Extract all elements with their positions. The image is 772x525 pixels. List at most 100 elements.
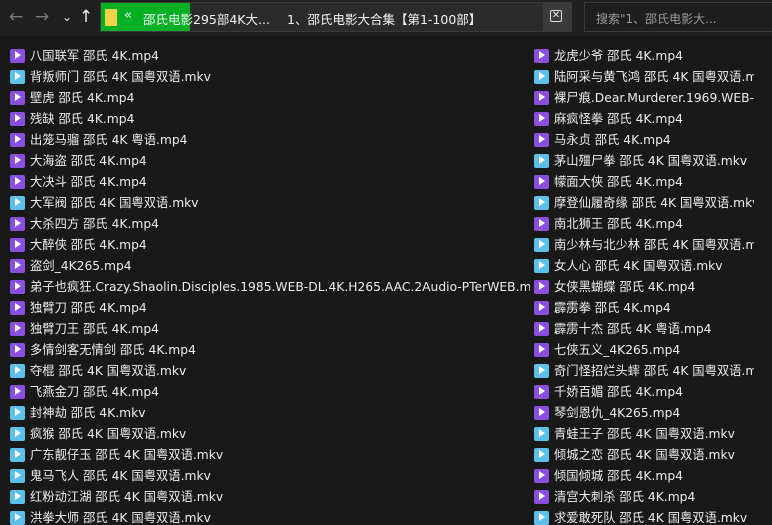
file-item[interactable]: 千娇百媚 邵氏 4K.mp4	[534, 382, 754, 403]
video-file-icon	[10, 238, 25, 252]
file-name: 幪面大侠 邵氏 4K.mp4	[554, 175, 684, 189]
file-item[interactable]: 龙虎少爷 邵氏 4K.mp4	[534, 46, 754, 67]
file-name: 大海盗 邵氏 4K.mp4	[30, 154, 147, 168]
file-item[interactable]: 摩登仙履奇缘 邵氏 4K 国粤双语.mkv	[534, 193, 754, 214]
file-item[interactable]: 麻疯怪拳 邵氏 4K.mp4	[534, 109, 754, 130]
search-box[interactable]: 搜索"1、邵氏电影大...	[584, 2, 772, 32]
video-file-icon	[10, 91, 25, 105]
file-item[interactable]: 大军阀 邵氏 4K 国粤双语.mkv	[10, 193, 530, 214]
video-file-icon	[10, 196, 25, 210]
file-item[interactable]: 盗剑_4K265.mp4	[10, 256, 530, 277]
file-name: 求爱敢死队 邵氏 4K 国粤双语.mkv	[554, 511, 748, 525]
address-bar[interactable]: « 邵氏电影295部4K大... 1、邵氏电影大合集【第1-100部】 ✕	[100, 2, 572, 32]
file-item[interactable]: 独臂刀王 邵氏 4K.mp4	[10, 319, 530, 340]
file-item[interactable]: 七侠五义_4K265.mp4	[534, 340, 754, 361]
file-name: 八国联军 邵氏 4K.mp4	[30, 49, 160, 63]
file-item[interactable]: 霹雳拳 邵氏 4K.mp4	[534, 298, 754, 319]
video-file-icon	[534, 280, 549, 294]
file-item[interactable]: 出笼马骝 邵氏 4K 粤语.mp4	[10, 130, 530, 151]
file-item[interactable]: 奇门怪招烂头蟀 邵氏 4K 国粤双语.mkv	[534, 361, 754, 382]
file-item[interactable]: 封神劫 邵氏 4K.mkv	[10, 403, 530, 424]
video-file-icon	[10, 112, 25, 126]
video-file-icon	[534, 91, 549, 105]
video-file-icon	[10, 448, 25, 462]
file-item[interactable]: 八国联军 邵氏 4K.mp4	[10, 46, 530, 67]
file-item[interactable]: 多情剑客无情剑 邵氏 4K.mp4	[10, 340, 530, 361]
video-file-icon	[534, 301, 549, 315]
file-item[interactable]: 裸尸痕.Dear.Murderer.1969.WEB-DL	[534, 88, 754, 109]
back-button[interactable]: ←	[4, 4, 28, 30]
video-file-icon	[534, 385, 549, 399]
file-item[interactable]: 疯猴 邵氏 4K 国粤双语.mkv	[10, 424, 530, 445]
video-file-icon	[534, 175, 549, 189]
file-item[interactable]: 红粉动江湖 邵氏 4K 国粤双语.mkv	[10, 487, 530, 508]
file-name: 背叛师门 邵氏 4K 国粤双语.mkv	[30, 70, 211, 84]
video-file-icon	[534, 133, 549, 147]
forward-button[interactable]: →	[30, 4, 54, 30]
file-item[interactable]: 飞燕金刀 邵氏 4K.mp4	[10, 382, 530, 403]
file-item[interactable]: 广东靓仔玉 邵氏 4K 国粤双语.mkv	[10, 445, 530, 466]
file-name: 裸尸痕.Dear.Murderer.1969.WEB-DL	[554, 91, 754, 105]
address-clear-button[interactable]: ✕	[543, 3, 571, 31]
up-button[interactable]: ↑	[74, 4, 98, 30]
file-item[interactable]: 大醉侠 邵氏 4K.mp4	[10, 235, 530, 256]
file-name: 倾城之恋 邵氏 4K 国粤双语.mkv	[554, 448, 735, 462]
file-item[interactable]: 琴剑恩仇_4K265.mp4	[534, 403, 754, 424]
file-item[interactable]: 弟子也疯狂.Crazy.Shaolin.Disciples.1985.WEB-D…	[10, 277, 530, 298]
file-item[interactable]: 倾国倾城 邵氏 4K.mp4	[534, 466, 754, 487]
file-name: 马永贞 邵氏 4K.mp4	[554, 133, 671, 147]
file-name: 女侠黑蝴蝶 邵氏 4K.mp4	[554, 280, 696, 294]
file-item[interactable]: 大杀四方 邵氏 4K.mp4	[10, 214, 530, 235]
file-name: 飞燕金刀 邵氏 4K.mp4	[30, 385, 160, 399]
file-item[interactable]: 残缺 邵氏 4K.mp4	[10, 109, 530, 130]
video-file-icon	[534, 427, 549, 441]
file-name: 疯猴 邵氏 4K 国粤双语.mkv	[30, 427, 187, 441]
file-name: 南少林与北少林 邵氏 4K 国粤双语.mkv	[554, 238, 754, 252]
file-item[interactable]: 女人心 邵氏 4K 国粤双语.mkv	[534, 256, 754, 277]
file-item[interactable]: 鬼马飞人 邵氏 4K 国粤双语.mkv	[10, 466, 530, 487]
file-item[interactable]: 求爱敢死队 邵氏 4K 国粤双语.mkv	[534, 508, 754, 525]
file-item[interactable]: 马永贞 邵氏 4K.mp4	[534, 130, 754, 151]
file-item[interactable]: 洪拳大师 邵氏 4K 国粤双语.mkv	[10, 508, 530, 525]
video-file-icon	[534, 238, 549, 252]
file-item[interactable]: 倾城之恋 邵氏 4K 国粤双语.mkv	[534, 445, 754, 466]
file-name: 大决斗 邵氏 4K.mp4	[30, 175, 147, 189]
breadcrumb-item[interactable]: 邵氏电影295部4K大...	[143, 9, 270, 28]
file-name: 女人心 邵氏 4K 国粤双语.mkv	[554, 259, 723, 273]
file-item[interactable]: 夺棍 邵氏 4K 国粤双语.mkv	[10, 361, 530, 382]
file-item[interactable]: 独臂刀 邵氏 4K.mp4	[10, 298, 530, 319]
video-file-icon	[10, 469, 25, 483]
file-name: 大醉侠 邵氏 4K.mp4	[30, 238, 147, 252]
file-item[interactable]: 背叛师门 邵氏 4K 国粤双语.mkv	[10, 67, 530, 88]
file-item[interactable]: 幪面大侠 邵氏 4K.mp4	[534, 172, 754, 193]
file-item[interactable]: 大海盗 邵氏 4K.mp4	[10, 151, 530, 172]
breadcrumb-overflow[interactable]: «	[124, 8, 132, 23]
scrollbar[interactable]	[754, 36, 772, 525]
file-item[interactable]: 南北狮王 邵氏 4K.mp4	[534, 214, 754, 235]
video-file-icon	[10, 280, 25, 294]
video-file-icon	[534, 490, 549, 504]
file-item[interactable]: 陆阿采与黄飞鸿 邵氏 4K 国粤双语.mkv	[534, 67, 754, 88]
breadcrumb-item[interactable]: 1、邵氏电影大合集【第1-100部】	[287, 9, 481, 28]
file-item[interactable]: 南少林与北少林 邵氏 4K 国粤双语.mkv	[534, 235, 754, 256]
file-item[interactable]: 霹雳十杰 邵氏 4K 粤语.mp4	[534, 319, 754, 340]
video-file-icon	[10, 217, 25, 231]
file-item[interactable]: 青蛙王子 邵氏 4K 国粤双语.mkv	[534, 424, 754, 445]
video-file-icon	[534, 196, 549, 210]
video-file-icon	[10, 49, 25, 63]
file-item[interactable]: 女侠黑蝴蝶 邵氏 4K.mp4	[534, 277, 754, 298]
arrow-left-icon: ←	[8, 7, 24, 27]
file-item[interactable]: 大决斗 邵氏 4K.mp4	[10, 172, 530, 193]
video-file-icon	[10, 154, 25, 168]
video-file-icon	[534, 154, 549, 168]
file-name: 霹雳十杰 邵氏 4K 粤语.mp4	[554, 322, 712, 336]
arrow-right-icon: →	[34, 7, 50, 27]
file-item[interactable]: 茅山殭尸拳 邵氏 4K 国粤双语.mkv	[534, 151, 754, 172]
video-file-icon	[534, 511, 549, 525]
file-item[interactable]: 壁虎 邵氏 4K.mp4	[10, 88, 530, 109]
video-file-icon	[534, 217, 549, 231]
video-file-icon	[10, 175, 25, 189]
file-name: 麻疯怪拳 邵氏 4K.mp4	[554, 112, 684, 126]
file-name: 龙虎少爷 邵氏 4K.mp4	[554, 49, 684, 63]
file-item[interactable]: 清宫大刺杀 邵氏 4K.mp4	[534, 487, 754, 508]
